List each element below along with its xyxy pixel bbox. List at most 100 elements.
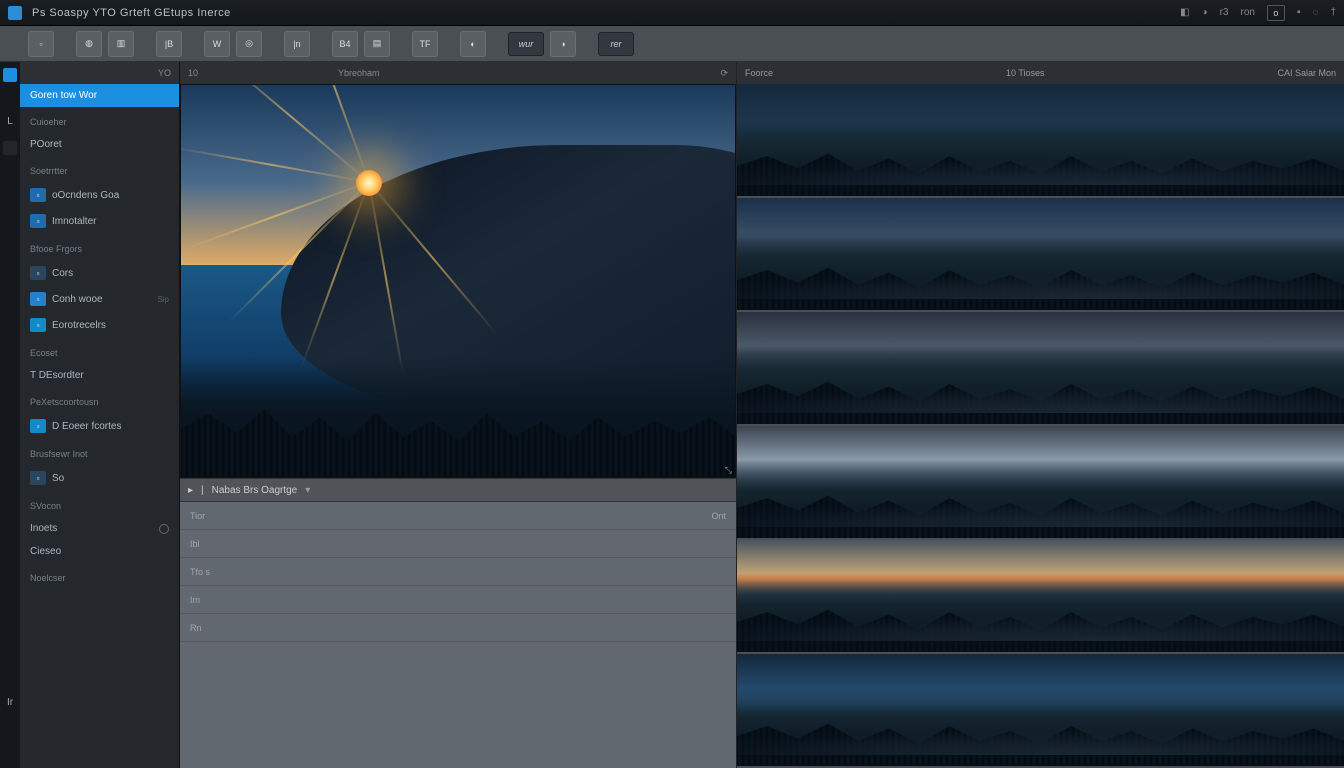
sidebar-item-label: Cuioeher	[30, 117, 169, 127]
sidebar-item[interactable]: Inoets	[20, 517, 179, 540]
sidebar-item[interactable]: ▫Eorotrecelrs	[20, 312, 179, 338]
tool-button[interactable]: ◐	[460, 31, 486, 57]
properties-divider: |	[201, 485, 204, 496]
sidebar-item-label: Inoets	[30, 523, 153, 534]
sidebar-item-label: Ecoset	[30, 348, 169, 358]
sidebar-item-icon: ▫	[30, 188, 46, 202]
sidebar-item[interactable]: ▫ Cors	[20, 260, 179, 286]
rail-tool-icon[interactable]	[3, 141, 17, 155]
tool-button[interactable]: B4	[332, 31, 358, 57]
sidebar-section-label: PeXetscoortousn	[20, 387, 179, 413]
property-row[interactable]: Tfo s	[180, 558, 736, 586]
right-head-mid: 10 Tioses	[1006, 68, 1045, 78]
sidebar-section-label: Brusfsewr Inot	[20, 439, 179, 465]
sidebar-item[interactable]: Cieseo	[20, 540, 179, 563]
tool-button[interactable]: TF	[412, 31, 438, 57]
sidebar-item[interactable]: ▫Imnotalter	[20, 208, 179, 234]
sidebar-item-icon: ▫	[30, 292, 46, 306]
sidebar-item-label: Noelcser	[30, 573, 169, 583]
thumbnail[interactable]	[737, 654, 1344, 768]
sidebar-item[interactable]: ▫ oOcndens Goa	[20, 182, 179, 208]
sidebar-item[interactable]: Goren tow Wor	[20, 84, 179, 107]
sidebar-item[interactable]: POoret	[20, 133, 179, 156]
property-row[interactable]: Tior Ont	[180, 502, 736, 530]
menubar-box-button[interactable]: o	[1267, 5, 1285, 21]
menubar-icon[interactable]: ▪	[1297, 7, 1301, 18]
sidebar-item-label: oOcndens Goa	[52, 190, 169, 201]
menubar-icon[interactable]: †	[1330, 7, 1336, 18]
toolbar: ▫ ◍ ▥ |B W ◎ |n B4 ▤ TF ◐ wur ◑ rer	[0, 26, 1344, 62]
sidebar-item[interactable]: ▫ Conh wooe Sip	[20, 286, 179, 312]
sidebar-item-label: Soetrrtter	[30, 166, 169, 176]
preview-canvas[interactable]	[180, 84, 736, 478]
tool-button[interactable]: |n	[284, 31, 310, 57]
sidebar-item-icon: ▫	[30, 471, 46, 485]
thumbnail[interactable]	[737, 84, 1344, 198]
thumbnail[interactable]	[737, 198, 1344, 312]
sidebar-section-label: Noelcser	[20, 563, 179, 589]
property-label: Ibl	[190, 539, 200, 549]
rail-label: L	[7, 116, 13, 127]
property-label: Im	[190, 595, 200, 605]
canvas-area[interactable]: ⤡	[180, 84, 736, 478]
sidebar-item[interactable]: ▫ So	[20, 465, 179, 491]
thumbnail[interactable]	[737, 312, 1344, 426]
properties-title: Nabas Brs Oagrtge	[212, 485, 298, 496]
sidebar-section-label: Soetrrtter	[20, 156, 179, 182]
gear-icon[interactable]	[159, 524, 169, 534]
right-panel: Foorce 10 Tioses CAI Salar Mon	[736, 62, 1344, 768]
sidebar-item[interactable]: T DEsordter	[20, 364, 179, 387]
property-label: Tior	[190, 511, 205, 521]
sidebar-item-label: Conh wooe	[52, 294, 151, 305]
properties-list: Tior Ont Ibl Tfo s Im Rn	[180, 502, 736, 768]
sidebar-item-label: Cors	[52, 268, 169, 279]
refresh-icon[interactable]: ⟳	[720, 68, 728, 79]
property-value: Ont	[711, 511, 726, 521]
property-row[interactable]: Ibl	[180, 530, 736, 558]
sidebar-item-icon: ▫	[30, 266, 46, 280]
menubar-icon[interactable]: ◌	[1312, 7, 1318, 18]
sidebar-section-label: Cuioeher	[20, 107, 179, 133]
tool-button[interactable]: ◑	[550, 31, 576, 57]
tool-label[interactable]: wur	[508, 32, 544, 56]
canvas-head-right: Ybreoham	[338, 68, 380, 78]
menubar-icon[interactable]: ◧	[1180, 7, 1189, 18]
tool-button[interactable]: ◍	[76, 31, 102, 57]
tool-label[interactable]: rer	[598, 32, 634, 56]
thumbnail[interactable]	[737, 426, 1344, 540]
sidebar-item-label: Cieseo	[30, 546, 169, 557]
canvas-resize-handle[interactable]: ⤡	[725, 465, 732, 476]
sidebar-section-label: Bfooe Frgors	[20, 234, 179, 260]
canvas-header: 10 Ybreoham ⟳	[180, 62, 736, 84]
properties-bar[interactable]: ▸ | Nabas Brs Oagrtge ▾	[180, 478, 736, 502]
tool-button[interactable]: ▫	[28, 31, 54, 57]
tool-rail: L Ir	[0, 62, 20, 768]
sidebar-item[interactable]: ▫D Eoeer fcortes	[20, 413, 179, 439]
app-title: Ps Soaspy YTO Grteft GEtups Inerce	[32, 7, 231, 19]
sidebar-item-icon: ▫	[30, 214, 46, 228]
sidebar: YO Goren tow WorCuioeherPOoretSoetrrtter…	[20, 62, 180, 768]
sidebar-section-label: SVocon	[20, 491, 179, 517]
property-row[interactable]: Rn	[180, 614, 736, 642]
sidebar-item-label: PeXetscoortousn	[30, 397, 169, 407]
center-column: 10 Ybreoham ⟳ ⤡ ▸	[180, 62, 736, 768]
menubar-btn[interactable]: ron	[1240, 7, 1254, 18]
menubar-btn[interactable]: r3	[1220, 7, 1229, 18]
right-head-right: CAI Salar Mon	[1277, 68, 1336, 78]
sidebar-item-label: So	[52, 473, 169, 484]
tool-button[interactable]: |B	[156, 31, 182, 57]
tool-button[interactable]: ◎	[236, 31, 262, 57]
property-row[interactable]: Im	[180, 586, 736, 614]
rail-label: Ir	[7, 697, 13, 708]
thumbnail[interactable]	[737, 540, 1344, 654]
sidebar-section-label: Ecoset	[20, 338, 179, 364]
sidebar-item-label: Goren tow Wor	[30, 90, 169, 101]
sidebar-badge: Sip	[157, 295, 169, 304]
menubar-icon[interactable]: ◑	[1202, 7, 1208, 18]
properties-icon: ▸	[188, 485, 193, 496]
chevron-down-icon[interactable]: ▾	[305, 485, 310, 496]
tool-button[interactable]: W	[204, 31, 230, 57]
tool-button[interactable]: ▥	[108, 31, 134, 57]
tool-button[interactable]: ▤	[364, 31, 390, 57]
rail-tool-icon[interactable]	[3, 68, 17, 82]
